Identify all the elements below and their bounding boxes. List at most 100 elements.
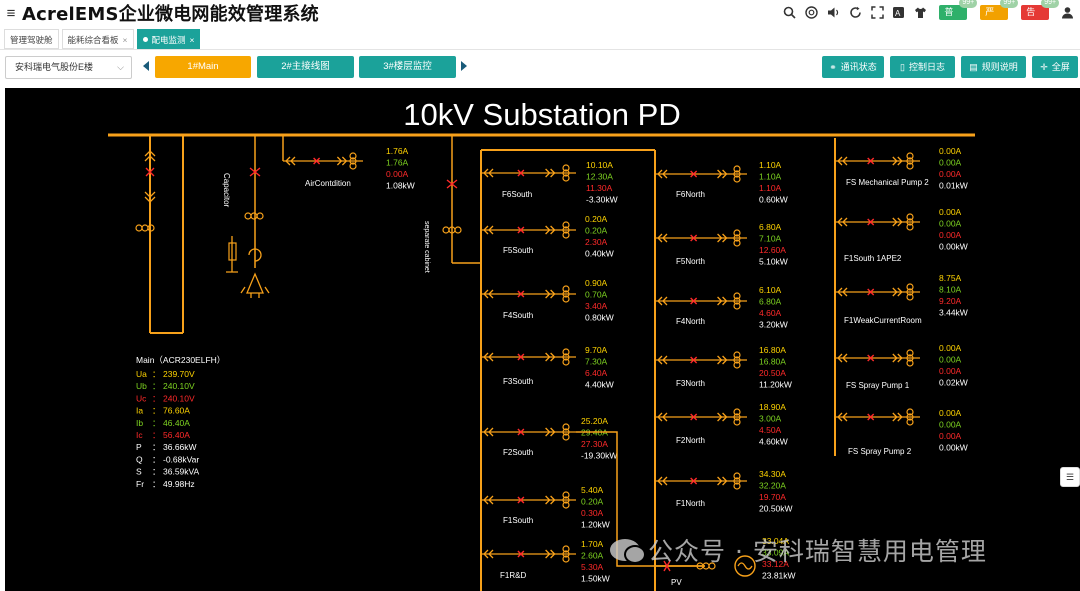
feeder-value: 20.50kW xyxy=(759,504,793,514)
ct-icon xyxy=(244,212,252,220)
feeder-value: 12.30A xyxy=(586,172,613,182)
feeder-value: 12.60A xyxy=(759,245,786,255)
main-meter-value: 49.98Hz xyxy=(163,479,195,489)
site-select-value: 安科瑞电气股份E楼 xyxy=(15,62,94,72)
feeder-value: 3.00A xyxy=(759,414,782,424)
feeder-name: F1North xyxy=(676,499,705,508)
translate-icon[interactable]: A xyxy=(890,3,909,22)
diagram-canvas: 10kV Substation PD Capacitor AirContdition… xyxy=(108,97,975,591)
feeder-value: 2.60A xyxy=(581,551,604,561)
main-meter-sep: ： xyxy=(152,406,161,416)
active-dot-icon xyxy=(142,36,148,42)
feeder-value: 1.50kW xyxy=(581,574,610,584)
close-icon[interactable]: × xyxy=(190,35,195,45)
feeder-value: -19.30kW xyxy=(581,451,617,461)
feeder-value: 23.81kW xyxy=(762,571,796,581)
feeder-value: 0.00kW xyxy=(939,242,968,252)
rules-button[interactable]: ▤ 规则说明 xyxy=(961,56,1026,78)
control-log-label: 控制日志 xyxy=(908,62,945,72)
view-mainwiring-button[interactable]: 2#主接线图 xyxy=(257,56,354,78)
feeder-value: 27.30A xyxy=(581,439,608,449)
main-meter-sep: ： xyxy=(152,442,161,452)
main-meter-value: 239.70V xyxy=(163,369,195,379)
feeder-value: 0.20A xyxy=(585,214,608,224)
tab-energy-board[interactable]: 能耗综合看板 × xyxy=(61,28,134,49)
main-meter-sep: ： xyxy=(152,418,161,428)
feeder-name: F1R&D xyxy=(500,571,526,580)
main-meter-value: 36.66kW xyxy=(163,442,197,452)
feeder-value: 0.90A xyxy=(585,278,608,288)
alarm-serious-badge[interactable]: 严重 99+ xyxy=(980,0,1019,32)
alarm-fault-badge[interactable]: 告警 99+ xyxy=(1021,0,1060,32)
tab-cockpit[interactable]: 管理驾驶舱 xyxy=(4,28,59,49)
feeder-name: F4South xyxy=(503,311,533,320)
user-icon[interactable] xyxy=(1058,3,1077,22)
menu-icon[interactable]: ≡ xyxy=(0,0,22,26)
feeder-value: 9.20A xyxy=(939,296,962,306)
expand-icon: ✛ xyxy=(1040,62,1048,72)
feeder-value: 25.20A xyxy=(581,416,608,426)
close-icon[interactable]: × xyxy=(123,35,128,45)
alarm-fault-count: 99+ xyxy=(1041,0,1060,8)
feeder-value: 1.10A xyxy=(759,183,782,193)
diagram-title: 10kV Substation PD xyxy=(403,97,680,132)
main-meter-key: Ib xyxy=(136,418,143,428)
site-select[interactable]: 安科瑞电气股份E楼 ⌵ xyxy=(5,56,132,79)
feeder-value: 0.20A xyxy=(581,497,604,507)
log-icon: ▯ xyxy=(900,62,905,72)
app-title: AcrelEMS企业微电网能效管理系统 xyxy=(22,4,319,25)
main-meter-key: Ua xyxy=(136,369,147,379)
fullscreen-button[interactable]: ✛ 全屏 xyxy=(1032,56,1078,78)
feeder-name: F3South xyxy=(503,377,533,386)
feeder-name: F5South xyxy=(503,246,533,255)
feeder-value: 34.30A xyxy=(759,469,786,479)
fullscreen-label: 全屏 xyxy=(1051,62,1070,72)
next-view-arrow-icon[interactable] xyxy=(461,61,467,71)
comm-status-button[interactable]: ⚭ 通讯状态 xyxy=(822,56,884,78)
feeder-value: 0.00A xyxy=(939,343,962,353)
volume-icon[interactable] xyxy=(824,3,843,22)
theme-icon[interactable] xyxy=(911,3,930,22)
feeder-value: 0.01kW xyxy=(939,181,968,191)
main-meter-value: 240.10V xyxy=(163,393,195,403)
wechat-logo-icon xyxy=(610,539,646,564)
view-floor-label: 3#楼层监控 xyxy=(383,61,432,72)
main-meter-key: Ic xyxy=(136,430,143,440)
top-bar: ≡ AcrelEMS企业微电网能效管理系统 A 普通 99+ 严重 99+ 告警 99… xyxy=(0,0,1080,32)
tab-distribution-monitor[interactable]: 配电监测 × xyxy=(136,28,201,49)
settings-toggle-icon[interactable]: ☰ xyxy=(1060,467,1080,487)
ct-icon xyxy=(256,212,264,220)
help-icon[interactable] xyxy=(802,3,821,22)
feeder-value: 0.00kW xyxy=(939,443,968,453)
main-meter-value: 46.40A xyxy=(163,418,190,428)
search-icon[interactable] xyxy=(780,3,799,22)
feeder-name: F6South xyxy=(502,190,532,199)
tab-cockpit-label: 管理驾驶舱 xyxy=(10,34,53,45)
main-meter-key: S xyxy=(136,467,142,477)
pv-label: PV xyxy=(671,578,682,587)
view-main-button[interactable]: 1#Main xyxy=(155,56,251,78)
main-meter-key: Ia xyxy=(136,406,143,416)
capacitor-bank-icon xyxy=(240,272,270,298)
ct-icon xyxy=(454,226,462,234)
feeder-name: F4North xyxy=(676,317,705,326)
feeder-value: 5.10kW xyxy=(759,257,788,267)
control-log-button[interactable]: ▯ 控制日志 xyxy=(890,56,955,78)
refresh-icon[interactable] xyxy=(846,3,865,22)
view-floor-button[interactable]: 3#楼层监控 xyxy=(359,56,456,78)
ct-icon xyxy=(135,224,143,232)
alarm-normal-badge[interactable]: 普通 99+ xyxy=(939,0,978,32)
top-icon-bar: A 普通 99+ 严重 99+ 告警 99+ xyxy=(780,0,1080,32)
ct-icon xyxy=(250,212,258,220)
aircond-label: AirContdition xyxy=(305,179,351,188)
feeder-value: 10.10A xyxy=(586,160,613,170)
feeder-name: F2North xyxy=(676,436,705,445)
prev-view-arrow-icon[interactable] xyxy=(143,61,149,71)
ct-icon xyxy=(442,226,450,234)
feeder-value: 0.80kW xyxy=(585,313,614,323)
fullscreen-icon[interactable] xyxy=(868,3,887,22)
main-meter-sep: ： xyxy=(152,467,161,477)
feeder-value: 0.40kW xyxy=(585,249,614,259)
comm-status-label: 通讯状态 xyxy=(840,62,877,72)
feeder-value: 0.30A xyxy=(581,508,604,518)
